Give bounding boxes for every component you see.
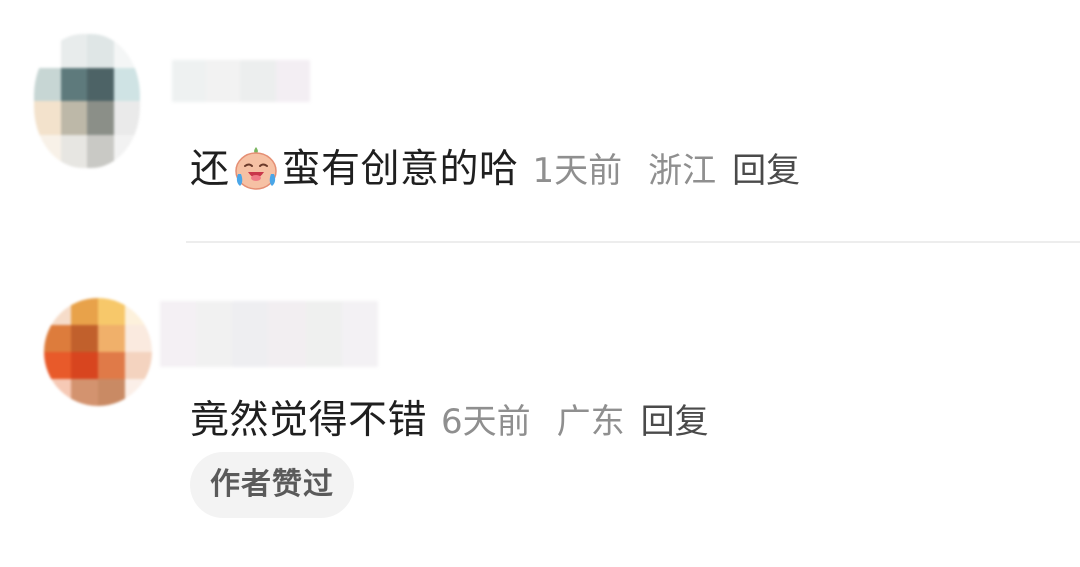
crying-laughing-face-icon [234, 147, 277, 190]
comment-content: 还 蛮有创意的哈 1天前 浙江 回复 [190, 138, 800, 194]
comment-text-part: 还 [190, 147, 230, 192]
avatar[interactable] [44, 298, 152, 406]
comment-list: 还 蛮有创意的哈 1天前 浙江 回复 竟然觉得不错 6天前 广东 回复 作者赞过 [0, 0, 1080, 567]
comment-location: 广东 [556, 402, 625, 442]
comment-text: 还 蛮有创意的哈 [190, 138, 519, 194]
comment-text: 竟然觉得不错 [190, 398, 428, 443]
reply-button[interactable]: 回复 [732, 143, 800, 192]
username-redacted[interactable] [160, 301, 378, 367]
comment-content: 竟然觉得不错 6天前 广东 回复 [190, 389, 709, 445]
comment-time: 6天前 [441, 402, 531, 442]
avatar[interactable] [34, 34, 140, 168]
reply-button[interactable]: 回复 [641, 394, 709, 443]
comment-text-part: 蛮有创意的哈 [281, 147, 519, 192]
comment-time: 1天前 [532, 151, 623, 191]
username-redacted[interactable] [172, 60, 310, 102]
author-liked-badge: 作者赞过 [190, 452, 354, 518]
comment-item: 竟然觉得不错 6天前 广东 回复 作者赞过 [0, 243, 1080, 567]
comment-location: 浙江 [648, 151, 717, 191]
comment-item: 还 蛮有创意的哈 1天前 浙江 回复 [0, 0, 1080, 243]
